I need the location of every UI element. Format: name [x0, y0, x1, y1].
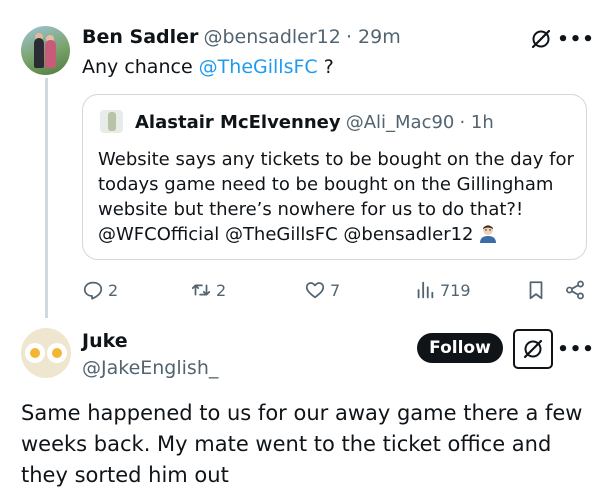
reply-author-name[interactable]: Juke	[82, 330, 128, 352]
follow-button[interactable]: Follow	[417, 333, 503, 363]
quote-text: Website says any tickets to be bought on…	[98, 147, 578, 247]
quoted-tweet[interactable]: Alastair McElvenney @Ali_Mac90 · 1h Webs…	[82, 94, 587, 260]
like-button[interactable]: 7	[304, 278, 340, 302]
tweet-text-prefix: Any chance	[82, 56, 199, 78]
share-button[interactable]	[564, 278, 586, 302]
grok-icon[interactable]	[529, 27, 553, 51]
bookmark-button[interactable]	[525, 278, 547, 302]
reply-text: Same happened to us for our away game th…	[21, 401, 583, 487]
tweet-time[interactable]: · 29m	[346, 26, 401, 48]
author-name[interactable]: Ben Sadler	[82, 26, 198, 48]
quote-author-handle: @Ali_Mac90	[345, 112, 455, 133]
author-handle[interactable]: @bensadler12	[203, 26, 340, 48]
views-count: 719	[440, 280, 471, 300]
tweet-text-suffix: ?	[317, 56, 334, 78]
quote-time: · 1h	[459, 112, 494, 133]
reply-count: 2	[108, 280, 119, 300]
avatar-ben-sadler[interactable]	[21, 26, 70, 75]
tweet-header: Ben Sadler @bensadler12 · 29m	[82, 26, 401, 48]
reply-icon	[83, 281, 103, 300]
grok-icon	[523, 339, 543, 359]
mention-link[interactable]: @TheGillsFC	[199, 56, 318, 78]
tweet-action-bar: 2 2 7 719	[82, 278, 592, 302]
avatar-alastair[interactable]	[100, 110, 123, 133]
reply-author-handle[interactable]: @JakeEnglish_	[82, 357, 218, 379]
more-icon[interactable]: •••	[557, 27, 594, 51]
repost-count: 2	[216, 280, 227, 300]
person-emoji-icon	[479, 225, 496, 243]
quote-header: Alastair McElvenney @Ali_Mac90 · 1h	[135, 112, 494, 133]
quote-text-body: Website says any tickets to be bought on…	[98, 149, 574, 245]
quote-author-name: Alastair McElvenney	[135, 112, 341, 133]
tweet-text: Any chance @TheGillsFC ?	[82, 56, 334, 78]
avatar-juke[interactable]	[21, 328, 71, 378]
repost-button[interactable]: 2	[190, 278, 226, 302]
grok-button[interactable]	[513, 329, 553, 369]
bookmark-icon	[529, 281, 543, 300]
more-icon[interactable]: •••	[557, 337, 594, 361]
like-icon	[305, 282, 325, 299]
like-count: 7	[330, 280, 341, 300]
repost-icon	[191, 284, 211, 296]
reply-button[interactable]: 2	[82, 278, 118, 302]
views-button[interactable]: 719	[414, 278, 471, 302]
thread-connector-line	[45, 78, 48, 318]
share-icon	[566, 280, 584, 300]
views-icon	[417, 281, 434, 299]
